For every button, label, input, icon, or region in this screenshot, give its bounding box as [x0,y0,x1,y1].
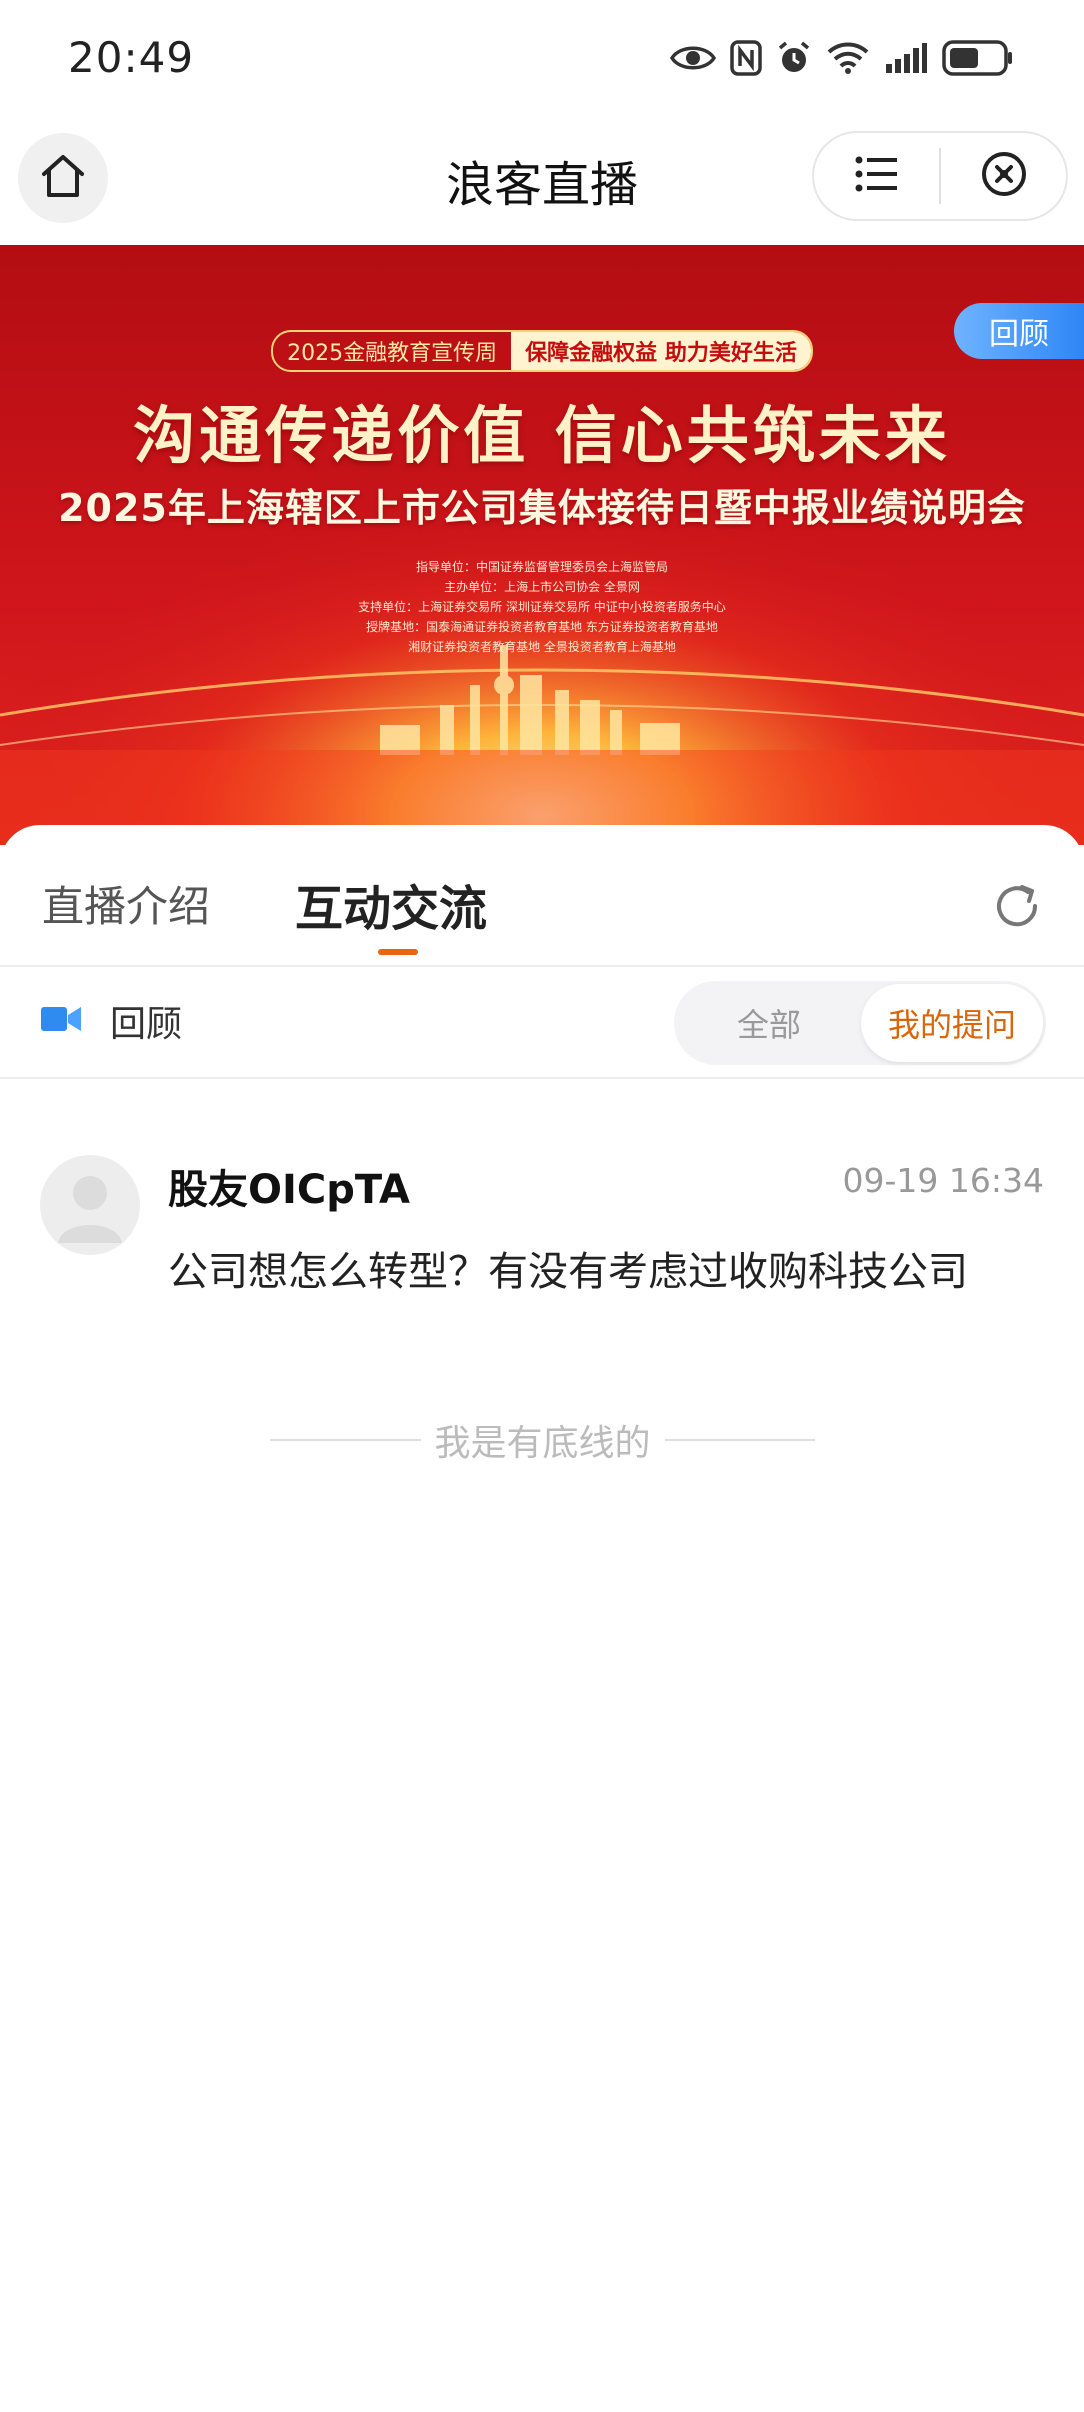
banner-org-line: 授牌基地：国泰海通证券投资者教育基地 东方证券投资者教育基地 [366,620,718,634]
eye-icon [670,41,716,75]
comment-text: 公司想怎么转型？有没有考虑过收购科技公司 [168,1249,968,1295]
divider-rule [270,1439,421,1441]
close-button[interactable] [941,133,1066,219]
banner-org-line: 指导单位：中国证券监督管理委员会上海监管局 [415,560,668,574]
banner-organizers: 指导单位：中国证券监督管理委员会上海监管局 主办单位：上海上市公司协会 全景网 … [0,557,1084,657]
mini-program-capsule [812,131,1068,221]
status-bar: 20:49 [0,0,1084,115]
comment-time: 09-19 16:34 [842,1161,1044,1200]
nfc-icon [730,39,762,76]
banner-main-title: 2025年上海辖区上市公司集体接待日暨中报业绩说明会 [58,486,1026,530]
filter-segment: 全部 我的提问 [674,981,1046,1065]
replay-badge[interactable]: 回顾 [954,303,1084,359]
comment-username: 股友OICpTA [168,1167,411,1213]
refresh-icon [990,885,1044,937]
video-camera-icon [40,1004,82,1038]
divider-rule [664,1439,816,1441]
end-of-list-text: 我是有底线的 [434,1423,651,1464]
live-banner[interactable]: 2025金融教育宣传周 保障金融权益 助力美好生活 沟通传递价值 信心共筑未来 2… [0,245,1084,845]
list-icon [855,155,899,197]
replay-filter[interactable]: 回顾 [40,995,182,1047]
filter-row: 回顾 全部 我的提问 [0,967,1084,1079]
wifi-icon [826,41,870,75]
menu-button[interactable] [814,133,939,219]
avatar[interactable] [40,1155,140,1255]
filter-my-questions[interactable]: 我的提问 [861,984,1043,1062]
filter-all[interactable]: 全部 [674,981,864,1065]
active-tab-indicator [378,949,418,955]
signal-icon [884,42,928,74]
banner-org-line: 主办单位：上海上市公司协会 全景网 [444,580,640,594]
tab-chat[interactable]: 互动交流 [295,869,487,939]
header-bar: 浪客直播 [0,115,1084,245]
replay-label: 回顾 [110,1004,183,1045]
banner-org-line: 湘财证券投资者教育基地 全景投资者教育上海基地 [408,640,676,654]
banner-org-line: 支持单位：上海证券交易所 深圳证券交易所 中证中小投资者服务中心 [358,600,726,614]
content-panel: 直播介绍 互动交流 回顾 全部 我的提问 股友OICpTA 09-19 16:3… [0,825,1084,2412]
end-of-list-divider: 我是有底线的 [270,1415,816,1465]
tab-intro[interactable]: 直播介绍 [42,873,210,934]
banner-tag-left: 2025金融教育宣传周 [287,341,498,366]
banner-slogan: 沟通传递价值 信心共筑未来 [133,399,951,472]
close-circle-icon [980,150,1028,202]
status-time: 20:49 [68,33,195,82]
refresh-button[interactable] [990,879,1044,937]
banner-tag: 2025金融教育宣传周 保障金融权益 助力美好生活 [0,330,1084,372]
tab-bar: 直播介绍 互动交流 [0,825,1084,967]
status-icons [670,39,1014,77]
alarm-icon [776,40,812,76]
banner-tag-right: 保障金融权益 助力美好生活 [511,332,811,370]
comment-item: 股友OICpTA 09-19 16:34 公司想怎么转型？有没有考虑过收购科技公… [0,1155,1084,1305]
battery-icon [942,39,1014,77]
